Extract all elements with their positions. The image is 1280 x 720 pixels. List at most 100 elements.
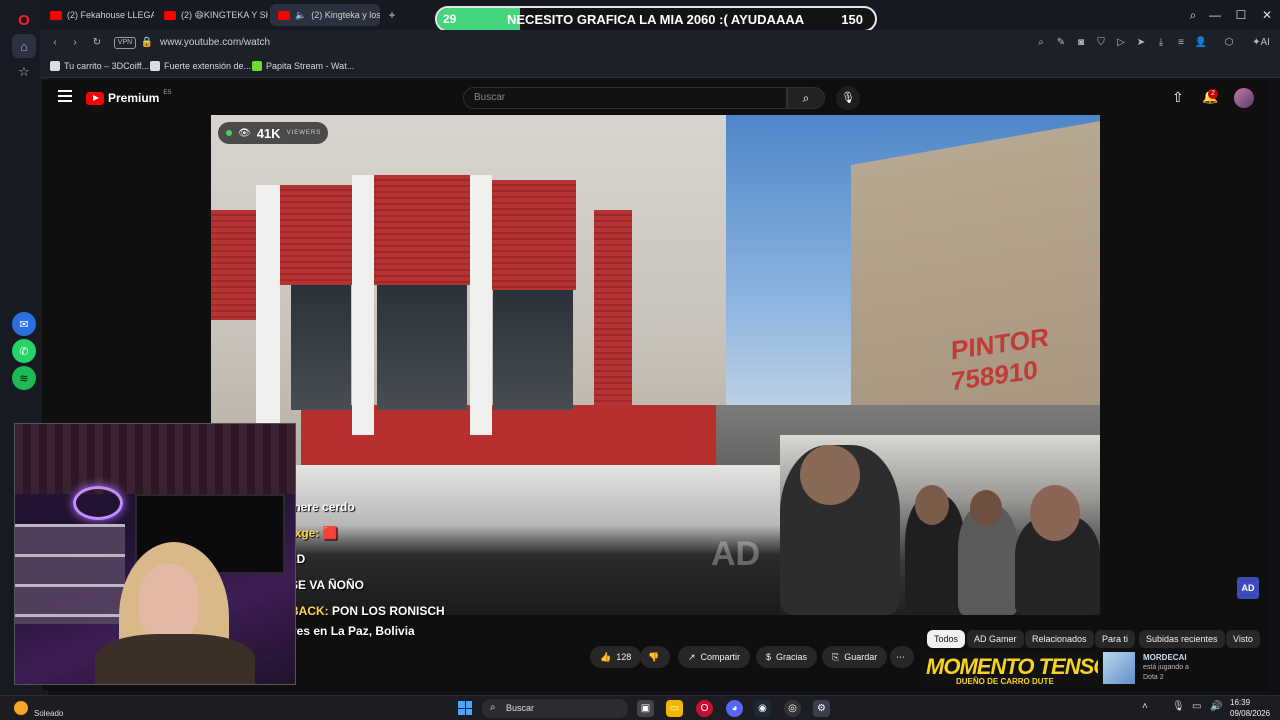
video-shutter — [211, 210, 256, 320]
chip-visto[interactable]: Visto — [1226, 630, 1260, 648]
edit-icon[interactable]: ✎ — [1054, 36, 1068, 50]
hamburger-menu-icon[interactable] — [58, 90, 72, 102]
chip-relacionados[interactable]: Relacionados — [1025, 630, 1094, 648]
chat-message: ves en La Paz, Bolivia — [290, 624, 415, 638]
weather-sun-icon[interactable] — [14, 701, 28, 715]
steam-icon[interactable]: ◉ — [754, 700, 771, 717]
reload-icon[interactable]: ↻ — [90, 36, 104, 50]
viewers-counter: 👁 41K VIEWERS — [218, 122, 328, 144]
chip-para-ti[interactable]: Para ti — [1095, 630, 1136, 648]
car-camera-inset — [780, 435, 1100, 615]
speaker-icon[interactable]: 🔈 — [295, 10, 306, 21]
chip-subidas-recientes[interactable]: Subidas recientes — [1139, 630, 1225, 648]
tray-network-icon[interactable]: ▭ — [1192, 701, 1201, 712]
video-shutter — [492, 180, 576, 290]
youtube-logo[interactable]: Premium ES — [86, 90, 171, 105]
opera-logo-icon[interactable]: O — [12, 8, 36, 32]
profile-icon[interactable]: 👤 — [1194, 36, 1208, 50]
eye-icon: 👁 — [238, 127, 251, 139]
list-icon[interactable]: ≡ — [1174, 36, 1188, 50]
taskbar-search[interactable]: Buscar — [482, 699, 628, 718]
camera-icon[interactable]: ◙ — [1074, 36, 1088, 50]
tab-kingteka-active[interactable]: 🔈(2) Kingteka y los FEK — [270, 4, 380, 26]
dislike-button[interactable]: 👎 — [640, 646, 670, 668]
thanks-button[interactable]: $ Gracias — [756, 646, 818, 668]
save-button[interactable]: ⎘ Guardar — [822, 646, 888, 668]
chat-message: BACK: PON LOS RONISCH — [290, 604, 445, 618]
bookmark-icon: ⎘ — [832, 651, 840, 662]
search-icon[interactable]: ⌕ — [787, 87, 825, 109]
upload-icon[interactable]: ⇧ — [1172, 89, 1184, 106]
video-window — [493, 290, 573, 410]
friend-avatar[interactable] — [1103, 652, 1135, 684]
friend-name: MORDECAI — [1143, 653, 1187, 662]
home-icon[interactable]: ⌂ — [12, 34, 36, 58]
vpn-badge[interactable]: VPN — [114, 37, 136, 49]
close-button[interactable]: ✕ — [1258, 6, 1276, 24]
browser-search-icon[interactable]: ⌕ — [1184, 6, 1202, 24]
youtube-icon — [164, 10, 176, 20]
neon-planet-icon — [73, 486, 123, 520]
forward-icon[interactable]: › — [68, 36, 82, 50]
address-bar: ‹ › ↻ VPN 🔒 www.youtube.com/watch ⌕ ✎ ◙ … — [40, 30, 1280, 56]
tray-volume-icon[interactable]: 🔊 — [1210, 701, 1222, 712]
search-input[interactable]: Buscar — [463, 87, 787, 109]
donation-message: NECESITO GRAFICA LA MIA 2060 :( AYUDAAAA — [507, 12, 805, 27]
play-icon[interactable]: ▷ — [1114, 36, 1128, 50]
chip-todos[interactable]: Todos — [927, 630, 966, 648]
spotify-icon[interactable]: ≋ — [12, 366, 36, 390]
friend-game: Dota 2 — [1143, 674, 1164, 681]
chip-ad-gamer[interactable]: AD Gamer — [967, 630, 1024, 648]
video-window — [291, 285, 351, 410]
bookmark-3dcoiff[interactable]: Tu carrito – 3DCoiff... — [50, 61, 149, 71]
bookmark-papita-stream[interactable]: Papita Stream - Wat... — [252, 61, 354, 71]
obs-icon[interactable]: ◎ — [784, 700, 801, 717]
maximize-button[interactable]: ☐ — [1232, 6, 1250, 24]
tab-fekahouse[interactable]: (2) Fekahouse LLEGA a Bo — [42, 4, 154, 26]
file-explorer-icon[interactable]: ▭ — [666, 700, 683, 717]
task-view-icon[interactable]: ▣ — [637, 700, 654, 717]
share-button[interactable]: ↗ Compartir — [678, 646, 751, 668]
send-icon[interactable]: ➤ — [1134, 36, 1148, 50]
tray-chevron-icon[interactable]: ˄ — [1142, 701, 1148, 712]
windows-start-icon[interactable] — [458, 701, 472, 715]
thumbs-up-icon: 👍 — [600, 651, 612, 662]
messenger-icon[interactable]: ✉ — [12, 312, 36, 336]
star-icon[interactable]: ☆ — [12, 60, 36, 84]
webcam-person-body — [95, 634, 255, 684]
bookmark-extension[interactable]: Fuerte extensión de... — [150, 61, 251, 71]
tab-kingteka-shaka[interactable]: (2) 😄KINGTEKA Y SHAKA — [156, 4, 268, 26]
url-field[interactable]: www.youtube.com/watch — [160, 37, 270, 48]
zoom-icon[interactable]: ⌕ — [1034, 36, 1048, 50]
recommended-video-thumbnail[interactable]: MOMENTO TENSO DUEÑO DE CARRO DUTE — [926, 652, 1098, 686]
live-dot-icon — [226, 130, 232, 136]
youtube-brand: Premium — [108, 91, 160, 105]
tray-mic-icon[interactable]: 🎙 — [1172, 701, 1185, 712]
clock-date[interactable]: 09/08/2026 — [1230, 709, 1270, 718]
weather-label[interactable]: Soleado — [34, 709, 63, 718]
clock-time[interactable]: 16:39 — [1230, 698, 1250, 707]
discord-icon[interactable]: ◕ — [726, 700, 743, 717]
video-pillar — [352, 175, 374, 435]
thanks-icon: $ — [766, 652, 772, 662]
settings-gear-icon[interactable]: ⚙ — [813, 700, 830, 717]
more-options-button[interactable]: ⋯ — [890, 646, 914, 668]
lock-icon[interactable]: 🔒 — [140, 36, 154, 50]
new-tab-button[interactable]: + — [382, 4, 402, 26]
avatar[interactable] — [1234, 88, 1254, 108]
microphone-icon[interactable]: 🎙 — [836, 86, 860, 110]
back-icon[interactable]: ‹ — [48, 36, 62, 50]
like-button[interactable]: 👍 128 — [590, 646, 642, 668]
minimize-button[interactable]: — — [1206, 6, 1224, 24]
bookmark-favicon-icon — [252, 61, 262, 71]
whatsapp-icon[interactable]: ✆ — [12, 339, 36, 363]
bookmarks-bar: Tu carrito – 3DCoiff... Fuerte extensión… — [40, 56, 1280, 78]
ai-button[interactable]: ✦AI — [1248, 36, 1274, 50]
opera-taskbar-icon[interactable]: O — [696, 700, 713, 717]
shield-icon[interactable]: ⛉ — [1094, 36, 1108, 50]
extension-icon[interactable]: ⬡ — [1222, 36, 1236, 50]
notification-count-badge: 2 — [1208, 89, 1218, 99]
channel-watermark-icon[interactable]: AD — [1237, 577, 1259, 599]
download-icon[interactable]: ⤓ — [1154, 36, 1168, 50]
thumbnail-subtitle: DUEÑO DE CARRO DUTE — [956, 677, 1054, 686]
